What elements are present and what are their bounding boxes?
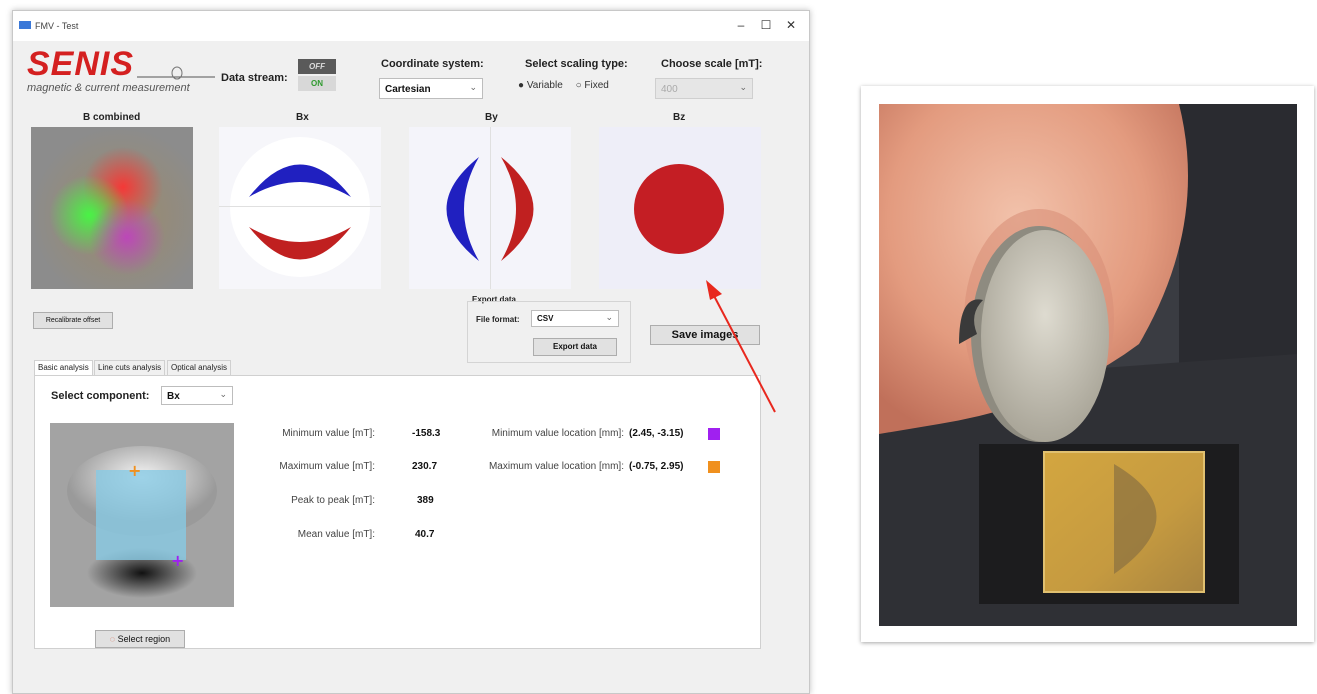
magnet-photo-frame [861,86,1314,642]
map-title-bx: Bx [296,112,309,123]
file-format-select[interactable]: CSV ⌄ [531,310,619,327]
min-location-value: (2.45, -3.15) [629,428,684,439]
scaling-label: Select scaling type: [525,58,628,70]
file-format-label: File format: [476,315,520,324]
component-value: Bx [167,391,180,402]
component-select[interactable]: Bx ⌄ [161,386,233,405]
logo-probe-icon [137,66,215,80]
radio-variable[interactable]: ● Variable [518,80,563,91]
map-title-bz: Bz [673,112,686,123]
analysis-map: + + [50,423,234,607]
annotation-arrow [706,280,776,413]
mean-value: 40.7 [415,529,435,540]
radio-fixed[interactable]: ○ Fixed [576,80,609,91]
recalibrate-offset-button[interactable]: Recalibrate offset [33,312,113,329]
toggle-off: OFF [298,59,336,74]
tab-optical-analysis[interactable]: Optical analysis [167,360,232,375]
minimize-icon[interactable]: – [731,18,751,32]
basic-analysis-panel: Select component: Bx ⌄ + + ◌ Select regi… [34,375,761,649]
scaling-radio-group: ● Variable ○ Fixed [518,80,609,91]
radio-variable-label: Variable [526,80,563,91]
svg-text:+: + [171,551,184,570]
bx-map [219,127,381,289]
export-data-button[interactable]: Export data [533,338,617,356]
select-region-label: Select region [117,634,171,644]
mean-value-label: Mean value [mT]: [297,529,375,540]
data-stream-label: Data stream: [221,72,288,84]
min-location-swatch [708,428,720,440]
max-location-swatch [708,461,720,473]
coordinate-value: Cartesian [385,84,431,95]
scale-label: Choose scale [mT]: [661,58,763,70]
scale-select: 400 ⌄ [655,78,753,99]
scale-value: 400 [661,84,678,95]
title-bar: FMV - Test – ☐ ✕ [13,11,809,41]
close-icon[interactable]: ✕ [781,18,801,32]
senis-logo: SENIS magnetic & current measurement [27,47,215,94]
peak-to-peak-value: 389 [417,495,434,506]
tab-line-cuts-analysis[interactable]: Line cuts analysis [94,360,166,375]
radio-fixed-label: Fixed [584,80,609,91]
min-location-label: Minimum value location [mm]: [491,428,624,439]
peak-to-peak-label: Peak to peak [mT]: [291,495,375,506]
component-label: Select component: [51,390,150,402]
magnet-photo [879,104,1297,626]
region-lasso-icon: ◌ [109,634,116,644]
map-title-by: By [485,112,498,123]
chevron-down-icon: ⌄ [219,389,227,399]
toggle-on: ON [298,76,336,91]
maximize-icon[interactable]: ☐ [756,18,776,32]
min-value-label: Minimum value [mT]: [282,428,375,439]
logo-tagline: magnetic & current measurement [27,82,190,94]
by-map [409,127,571,289]
map-title-b-combined: B combined [83,112,141,123]
chevron-down-icon: ⌄ [739,82,747,92]
window-title: FMV - Test [35,21,79,31]
max-value-label: Maximum value [mT]: [279,461,375,472]
max-location-value: (-0.75, 2.95) [629,461,684,472]
tab-basic-analysis[interactable]: Basic analysis [34,360,93,375]
coordinate-select[interactable]: Cartesian ⌄ [379,78,483,99]
max-location-label: Maximum value location [mm]: [488,461,624,472]
app-icon [19,21,31,29]
analysis-tabs: Basic analysis Line cuts analysis Optica… [34,360,334,376]
chevron-down-icon: ⌄ [605,312,613,322]
bz-map [599,127,761,289]
select-region-button[interactable]: ◌ Select region [95,630,185,648]
file-format-value: CSV [537,314,554,323]
svg-text:+: + [128,461,141,480]
chevron-down-icon: ⌄ [469,82,477,92]
min-value: -158.3 [412,428,441,439]
coordinate-label: Coordinate system: [381,58,484,70]
b-combined-map [31,127,193,289]
max-value: 230.7 [412,461,438,472]
data-stream-toggle[interactable]: OFF ON [298,59,336,93]
